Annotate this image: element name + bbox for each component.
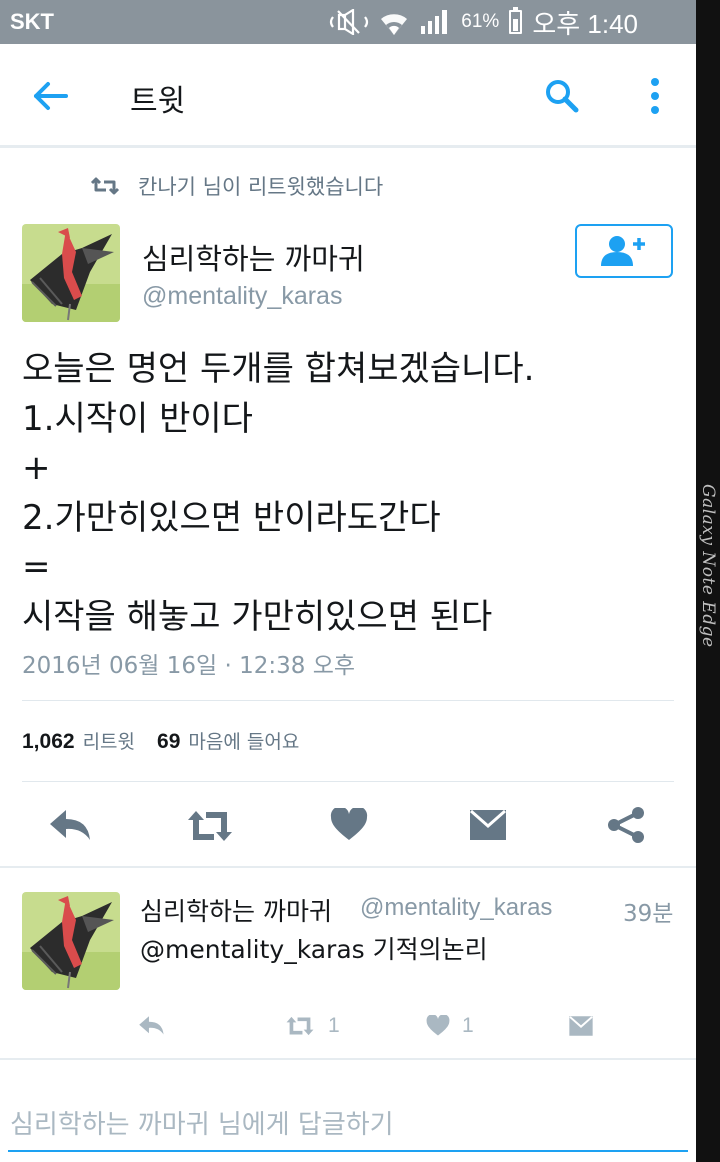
reply-reply-button[interactable] xyxy=(138,1012,166,1040)
heart-icon xyxy=(426,1015,450,1036)
app-header: 트윗 xyxy=(0,44,696,148)
divider xyxy=(22,700,674,701)
crow-avatar-image xyxy=(22,224,120,322)
search-icon[interactable] xyxy=(544,78,580,114)
reply-text: @mentality_karas 기적의논리 xyxy=(140,935,488,964)
tweet-stats: 1,062 리트윗 69 마음에 들어요 xyxy=(22,727,299,757)
retweet-icon[interactable] xyxy=(184,808,236,844)
heart-icon[interactable] xyxy=(330,808,368,842)
reply-message-button[interactable] xyxy=(568,1012,594,1040)
clock: 오후 1:40 xyxy=(532,8,638,39)
tweet-line: 오늘은 명언 두개를 합쳐보겠습니다. xyxy=(22,349,535,389)
tweet-line: 1.시작이 반이다 xyxy=(22,398,253,439)
direct-message-icon xyxy=(569,1016,593,1036)
reply-author-handle[interactable]: @mentality_karas xyxy=(360,894,552,922)
battery-percent: 61% xyxy=(461,11,500,32)
more-vertical-icon[interactable] xyxy=(642,76,668,116)
mute-icon xyxy=(330,9,369,35)
share-icon[interactable] xyxy=(606,806,646,844)
author-name[interactable]: 심리학하는 까마귀 xyxy=(142,236,365,278)
reply-time: 39분 xyxy=(623,901,674,927)
avatar[interactable] xyxy=(22,224,120,322)
reply-like-count: 1 xyxy=(462,1014,474,1037)
reply-retweet-button[interactable]: 1 xyxy=(284,1012,340,1040)
retweet-context: 칸나기 님이 리트윗했습니다 xyxy=(90,172,383,200)
crow-avatar-image xyxy=(22,892,120,990)
reply-like-button[interactable]: 1 xyxy=(426,1012,474,1040)
wifi-icon xyxy=(381,14,408,35)
direct-message-icon[interactable] xyxy=(468,808,508,842)
like-count[interactable]: 69 xyxy=(157,730,180,754)
retweet-count[interactable]: 1,062 xyxy=(22,730,75,754)
divider xyxy=(22,781,674,782)
reply-composer[interactable]: 심리학하는 까마귀 님에게 답글하기 xyxy=(0,1078,696,1162)
follow-button[interactable] xyxy=(575,224,673,278)
reply-input-placeholder[interactable]: 심리학하는 까마귀 님에게 답글하기 xyxy=(10,1104,394,1141)
tweet-line: = xyxy=(22,547,51,587)
author-handle[interactable]: @mentality_karas xyxy=(142,282,342,311)
tweet-line: + xyxy=(22,448,51,488)
divider xyxy=(0,866,696,868)
back-arrow-icon[interactable] xyxy=(30,78,70,114)
edge-brand-text: Galaxy Note Edge xyxy=(698,484,718,648)
retweet-icon xyxy=(286,1016,314,1036)
edge-panel: Galaxy Note Edge xyxy=(696,0,720,1162)
like-label[interactable]: 마음에 들어요 xyxy=(188,727,299,754)
tweet-timestamp: 2016년 06월 16일 · 12:38 오후 xyxy=(22,653,356,679)
retweet-label[interactable]: 리트윗 xyxy=(83,727,135,754)
carrier-label: SKT xyxy=(10,9,54,34)
reply-icon xyxy=(139,1016,164,1035)
retweeted-by-text: 칸나기 님이 리트윗했습니다 xyxy=(138,175,384,199)
page-title: 트윗 xyxy=(130,84,186,119)
tweet-line: 시작을 해놓고 가만히있으면 된다 xyxy=(22,596,493,637)
add-user-icon xyxy=(601,236,645,266)
signal-icon xyxy=(421,10,448,34)
reply-icon[interactable] xyxy=(48,808,94,844)
reply-author-name[interactable]: 심리학하는 까마귀 xyxy=(140,892,332,928)
status-icons: 61% 오후 1:40 xyxy=(329,6,638,39)
reply-retweet-count: 1 xyxy=(328,1014,340,1037)
avatar[interactable] xyxy=(22,892,120,990)
composer-underline xyxy=(8,1150,688,1152)
tweet-line: 2.가만히있으면 반이라도간다 xyxy=(22,497,441,538)
tweet-text: 오늘은 명언 두개를 합쳐보겠습니다. 1.시작이 반이다 + 2.가만히있으면… xyxy=(22,345,682,642)
status-bar: SKT 61% 오후 1:40 xyxy=(0,0,696,44)
retweet-icon xyxy=(90,177,120,195)
battery-icon xyxy=(509,7,523,34)
divider xyxy=(0,1058,696,1060)
